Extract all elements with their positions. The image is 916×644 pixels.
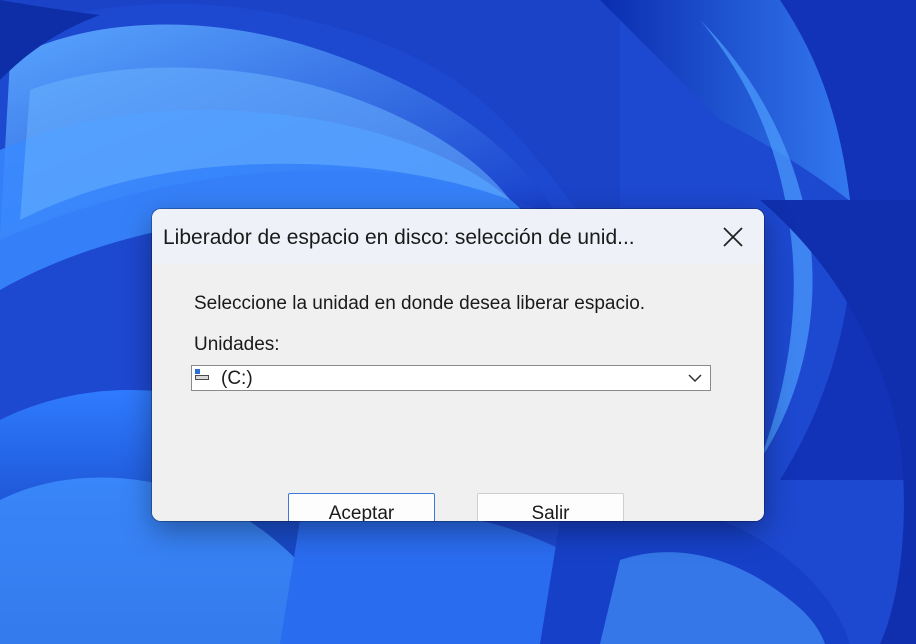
instruction-text: Seleccione la unidad en donde desea libe… <box>194 293 646 314</box>
exit-button[interactable]: Salir <box>477 493 624 521</box>
dialog-body: Seleccione la unidad en donde desea libe… <box>152 264 764 521</box>
drive-icon <box>195 369 209 380</box>
disk-cleanup-drive-selection-dialog: Liberador de espacio en disco: selección… <box>152 209 764 521</box>
close-button[interactable] <box>702 209 764 264</box>
drive-select[interactable]: (C:) <box>191 365 711 391</box>
drives-label: Unidades: <box>194 334 280 355</box>
ok-button[interactable]: Aceptar <box>288 493 435 521</box>
close-icon <box>723 226 743 247</box>
dialog-title-bar[interactable]: Liberador de espacio en disco: selección… <box>152 209 764 264</box>
selected-drive: (C:) <box>221 368 253 389</box>
dialog-title: Liberador de espacio en disco: selección… <box>163 226 635 249</box>
chevron-down-icon[interactable] <box>688 373 702 383</box>
